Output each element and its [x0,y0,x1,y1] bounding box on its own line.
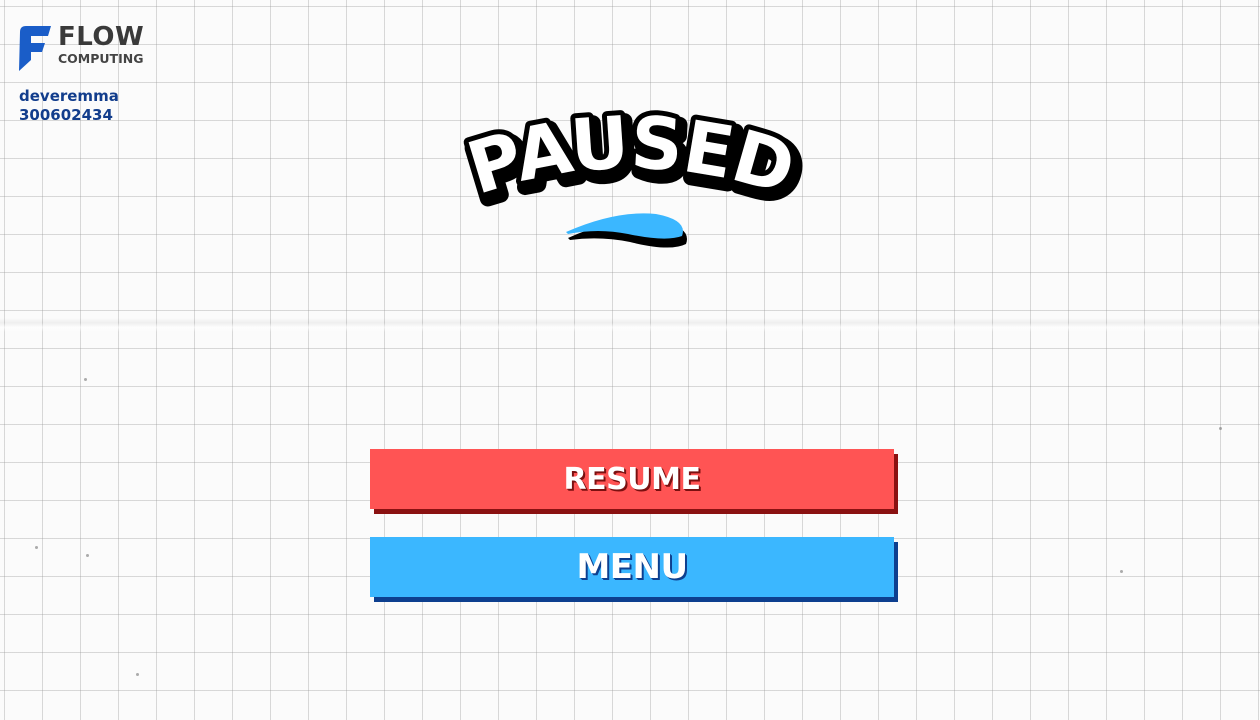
player-info: deveremma 300602434 [19,87,119,125]
paused-title: PAUSED PAUSED PAUSED [430,95,830,258]
paper-speck [35,546,38,549]
paper-speck [1120,570,1123,573]
title-text: PAUSED [458,100,804,210]
flow-f-icon [19,26,51,71]
paper-speck [84,378,87,381]
paper-speck [1219,427,1222,430]
logo-word-flow: FLOW [58,22,145,52]
player-username: deveremma [19,87,119,105]
logo-word-computing: COMPUTING [58,51,144,66]
paper-fold [0,318,1260,332]
flow-computing-logo: FLOW COMPUTING [18,24,144,72]
paper-speck [136,673,139,676]
menu-button[interactable]: MENU [370,537,894,597]
resume-button-label: RESUME [563,461,701,497]
resume-button[interactable]: RESUME [370,449,894,509]
player-id: 300602434 [19,106,113,124]
paper-speck [86,554,89,557]
menu-button-label: MENU [576,547,688,587]
svg-text:PAUSED: PAUSED [458,100,803,210]
title-swoosh [566,213,687,248]
